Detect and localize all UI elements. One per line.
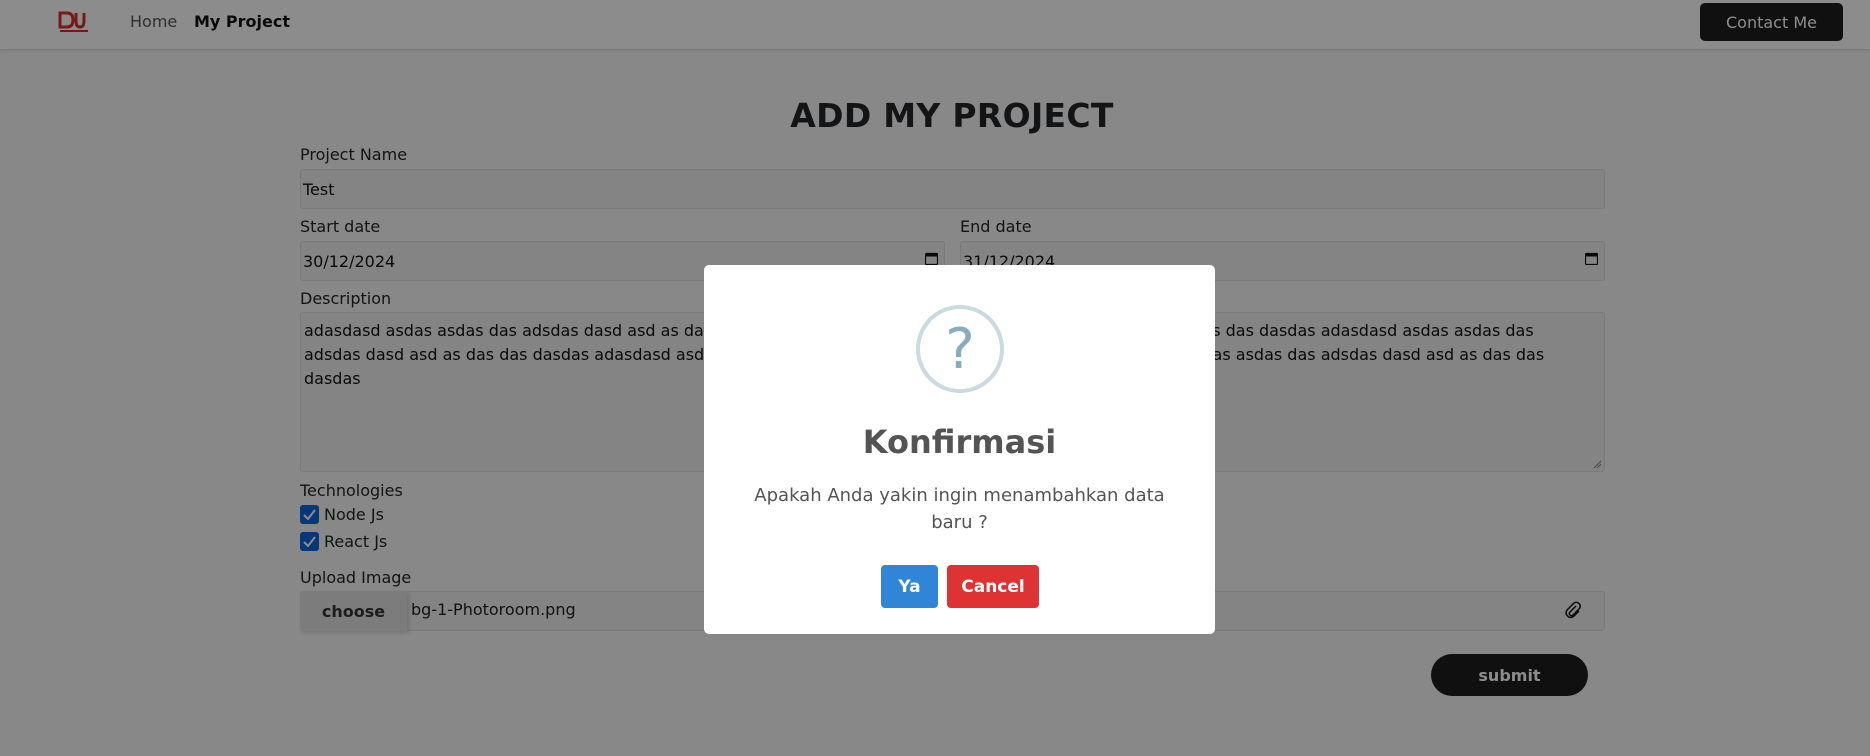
dialog-message: Apakah Anda yakin ingin menambahkan data… [754,485,1165,533]
cancel-button[interactable]: Cancel [947,565,1039,608]
dialog-title: Konfirmasi [862,423,1057,461]
confirmation-dialog: ? Konfirmasi Apakah Anda yakin ingin men… [704,265,1215,634]
question-icon: ? [916,305,1004,393]
confirm-button[interactable]: Ya [881,565,938,608]
